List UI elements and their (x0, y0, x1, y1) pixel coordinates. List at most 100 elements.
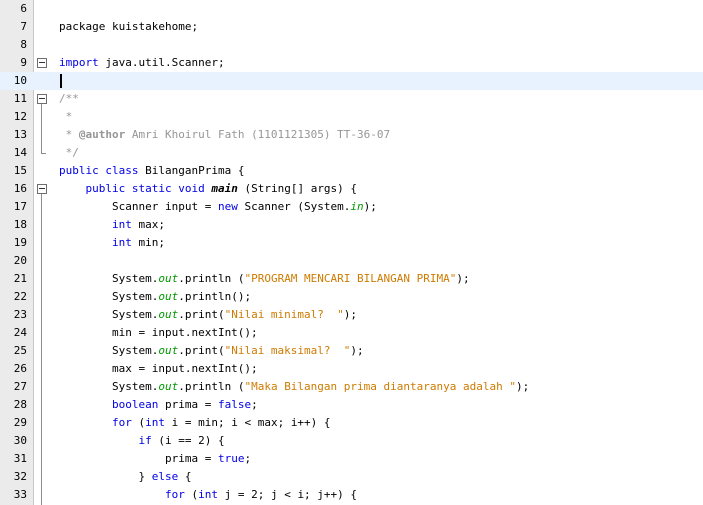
code-line[interactable]: 14 */ (0, 144, 703, 162)
code-token: */ (59, 146, 79, 159)
code-token: package kuistakehome; (59, 20, 199, 33)
code-text: int min; (59, 234, 165, 252)
code-line[interactable]: 9 import java.util.Scanner; (0, 54, 703, 72)
code-line[interactable]: 17 Scanner input = new Scanner (System.i… (0, 198, 703, 216)
code-line[interactable]: 22 System.out.println(); (0, 288, 703, 306)
code-token: max = input.nextInt(); (59, 362, 258, 375)
line-number: 28 (13, 398, 27, 411)
code-token: System. (59, 344, 159, 357)
code-token: for (111, 416, 132, 429)
code-token: .print( (178, 344, 225, 357)
code-token: boolean (111, 398, 159, 411)
code-line[interactable]: 13 * @author Amri Khoirul Fath (11011213… (0, 126, 703, 144)
code-line[interactable]: 32 } else { (0, 468, 703, 486)
code-text: public class BilanganPrima { (59, 162, 244, 180)
line-number: 32 (13, 470, 27, 483)
code-line[interactable]: 23 System.out.print("Nilai minimal? "); (0, 306, 703, 324)
code-line[interactable]: 25 System.out.print("Nilai maksimal? "); (0, 342, 703, 360)
code-token: @author (78, 128, 126, 141)
code-token: "Maka Bilangan prima diantaranya adalah … (244, 380, 516, 393)
code-line[interactable]: 12 * (0, 108, 703, 126)
code-token: System. (59, 272, 159, 285)
code-token: ( (131, 416, 146, 429)
code-line[interactable]: 29 for (int i = min; i < max; i++) { (0, 414, 703, 432)
code-token: ( (184, 488, 199, 501)
fold-collapse-icon[interactable] (37, 94, 47, 104)
line-number: 13 (13, 128, 27, 141)
code-token: .print( (178, 308, 225, 321)
code-token: if (138, 434, 152, 447)
code-text: min = input.nextInt(); (59, 324, 258, 342)
code-line[interactable]: 6 (0, 0, 703, 18)
line-number: 17 (13, 200, 27, 213)
code-token: ); (363, 200, 377, 213)
code-line[interactable]: 7 package kuistakehome; (0, 18, 703, 36)
code-line[interactable]: 11 /** (0, 90, 703, 108)
code-token: i = min; i < max; i++) { (164, 416, 331, 429)
code-token: * (59, 128, 79, 141)
line-number: 29 (13, 416, 27, 429)
code-token: ); (350, 344, 364, 357)
code-token: ; (244, 452, 252, 465)
line-number: 18 (13, 218, 27, 231)
fold-collapse-icon[interactable] (37, 184, 47, 194)
code-text: max = input.nextInt(); (59, 360, 258, 378)
code-line[interactable]: 21 System.out.println ("PROGRAM MENCARI … (0, 270, 703, 288)
line-number: 31 (13, 452, 27, 465)
code-token: prima = (158, 398, 218, 411)
line-number: 16 (13, 182, 27, 195)
code-token: out (158, 290, 179, 303)
code-token: ); (515, 380, 530, 393)
code-text: for (int i = min; i < max; i++) { (59, 414, 331, 432)
code-line[interactable]: 27 System.out.println ("Maka Bilangan pr… (0, 378, 703, 396)
code-token: "Nilai minimal? " (224, 308, 344, 321)
code-token: out (158, 344, 179, 357)
line-number: 12 (13, 110, 27, 123)
code-token: java.util.Scanner; (98, 56, 225, 69)
code-token: System. (59, 380, 159, 393)
code-token: Amri Khoirul Fath (1101121305) TT-36-07 (125, 128, 391, 141)
line-number: 20 (13, 254, 27, 267)
code-token: int (145, 416, 165, 429)
line-number: 10 (13, 74, 27, 87)
code-area[interactable]: 6 7 package kuistakehome; 8 9 import java.uti… (0, 0, 703, 505)
code-token: /** (59, 92, 79, 105)
code-line[interactable]: 10 (0, 72, 703, 90)
code-token: main (211, 182, 238, 195)
line-number: 21 (13, 272, 27, 285)
code-line[interactable]: 16 public static void main (String[] arg… (0, 180, 703, 198)
code-line[interactable]: 15 public class BilanganPrima { (0, 162, 703, 180)
code-text: Scanner input = new Scanner (System.in); (59, 198, 377, 216)
code-token: out (158, 380, 179, 393)
code-line[interactable]: 24 min = input.nextInt(); (0, 324, 703, 342)
code-line[interactable]: 30 if (i == 2) { (0, 432, 703, 450)
code-line[interactable]: 20 (0, 252, 703, 270)
fold-collapse-icon[interactable] (37, 58, 47, 68)
code-token: int (111, 218, 132, 231)
text-caret (60, 74, 62, 88)
code-editor[interactable]: 6 7 package kuistakehome; 8 9 import java.uti… (0, 0, 703, 505)
code-text: System.out.print("Nilai minimal? "); (59, 306, 357, 324)
code-text: * (59, 108, 73, 126)
code-line[interactable]: 8 (0, 36, 703, 54)
code-token: ; (251, 398, 258, 411)
code-line[interactable]: 31 prima = true; (0, 450, 703, 468)
code-token: out (158, 308, 179, 321)
code-token: public class (59, 164, 139, 177)
code-text: /** (59, 90, 79, 108)
code-line[interactable]: 33 for (int j = 2; j < i; j++) { (0, 486, 703, 504)
code-token: new (217, 200, 238, 213)
code-token: (String[] args) { (237, 182, 358, 195)
code-token: else (151, 470, 179, 483)
code-line[interactable]: 18 int max; (0, 216, 703, 234)
code-token: j = 2; j < i; j++) { (217, 488, 358, 501)
code-token: false (217, 398, 252, 411)
code-line[interactable]: 28 boolean prima = false; (0, 396, 703, 414)
code-line[interactable]: 19 int min; (0, 234, 703, 252)
code-token: for (164, 488, 185, 501)
code-token: * (59, 110, 73, 123)
code-line[interactable]: 26 max = input.nextInt(); (0, 360, 703, 378)
